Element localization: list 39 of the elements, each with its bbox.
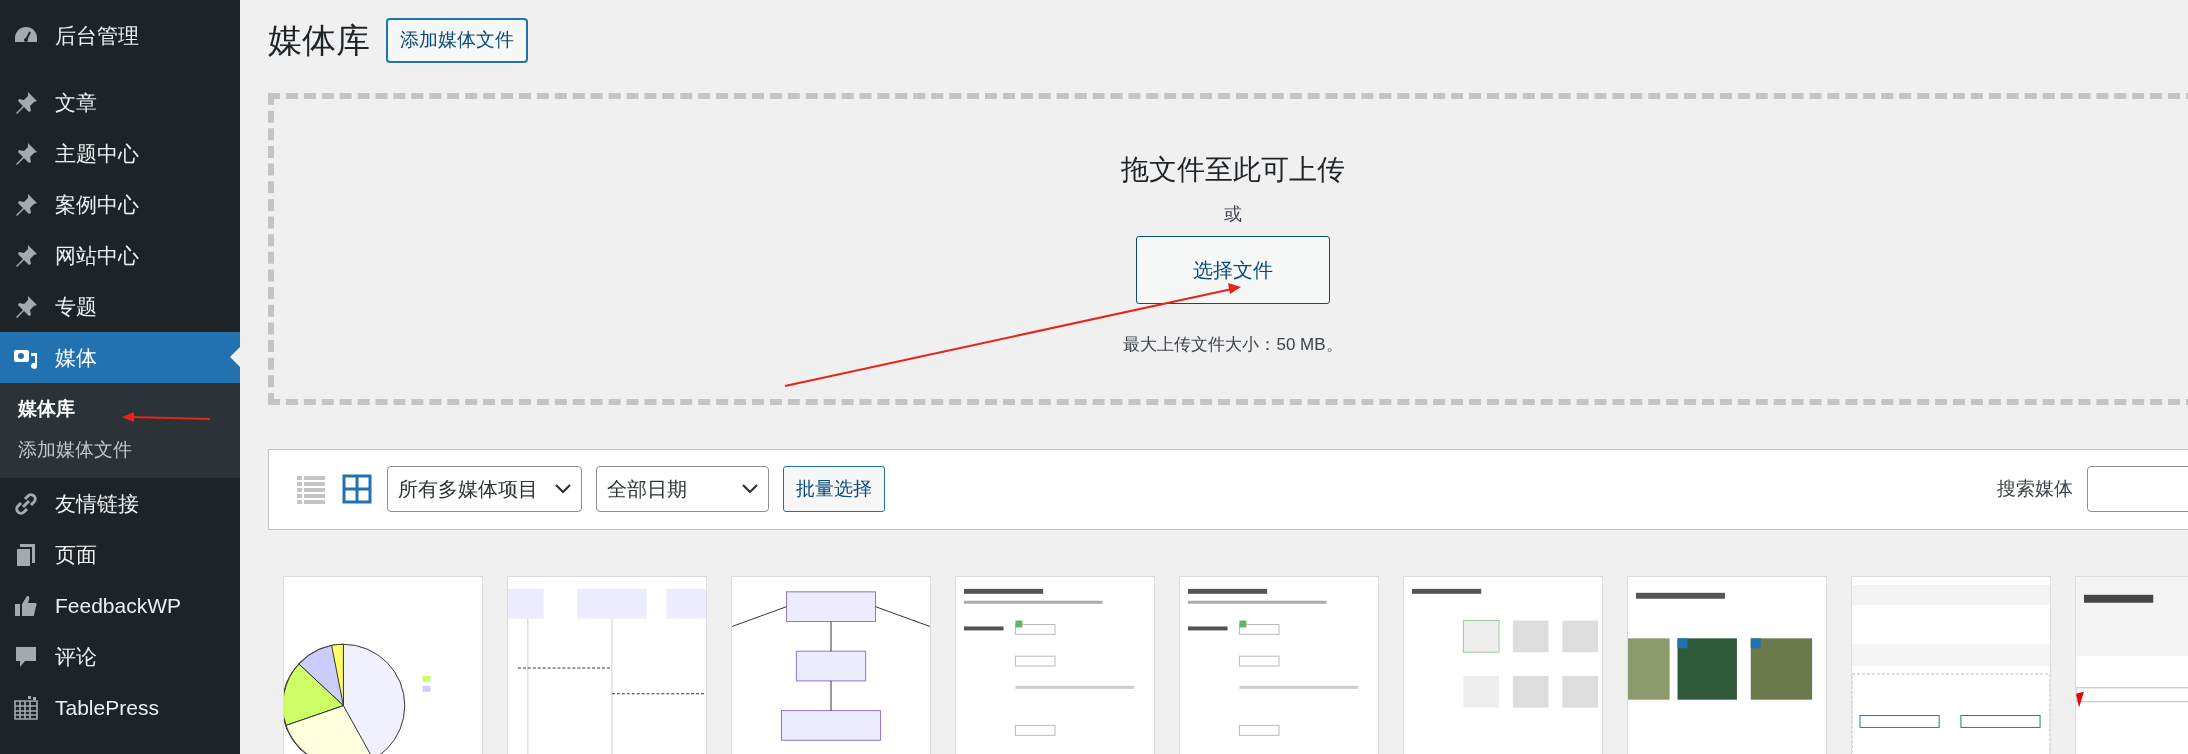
list-view-icon[interactable] (295, 473, 327, 505)
or-text: 或 (1224, 202, 1242, 226)
grid-view-icon[interactable] (341, 473, 373, 505)
type-filter-dropdown[interactable]: 所有多媒体项目 (387, 466, 582, 512)
bulk-select-button[interactable]: 批量选择 (783, 466, 885, 512)
sidebar-item[interactable]: TablePress (0, 682, 240, 733)
page-title: 媒体库 (268, 19, 370, 61)
media-thumbnail[interactable] (955, 575, 1155, 754)
sidebar-item[interactable]: 文章 (0, 77, 240, 128)
sidebar-item[interactable]: 网站中心 (0, 230, 240, 281)
media-thumbnail[interactable] (283, 575, 483, 754)
table-grid-icon (13, 694, 39, 721)
select-files-button[interactable]: 选择文件 (1136, 235, 1330, 304)
sidebar-item[interactable]: 专题 (0, 281, 240, 332)
media-thumbnail[interactable] (731, 575, 931, 754)
chevron-down-icon (742, 484, 758, 494)
submenu-item[interactable]: 添加媒体文件 (0, 429, 240, 470)
link-icon (13, 490, 39, 517)
search-label: 搜索媒体 (1997, 476, 2073, 501)
media-thumbnail[interactable] (507, 575, 707, 754)
sidebar-item[interactable]: 页面 (0, 529, 240, 580)
date-filter-dropdown[interactable]: 全部日期 (596, 466, 769, 512)
sidebar-item[interactable]: 案例中心 (0, 179, 240, 230)
sidebar-item[interactable]: FeedbackWP (0, 580, 240, 631)
sidebar-item[interactable]: 评论 (0, 631, 240, 682)
sidebar-item[interactable]: 主题中心 (0, 128, 240, 179)
media-thumbnail[interactable] (1179, 575, 1379, 754)
drop-heading: 拖文件至此可上传 (1121, 152, 1345, 187)
upload-drop-zone[interactable]: 拖文件至此可上传 或 选择文件 最大上传文件大小：50 MB。 (268, 92, 2188, 405)
sidebar-item[interactable]: 后台管理 (0, 10, 240, 61)
sidebar-item[interactable]: 媒体 (0, 332, 240, 383)
media-thumbnail[interactable] (1851, 575, 2051, 754)
media-thumbnail[interactable] (1627, 575, 1827, 754)
add-media-button[interactable]: 添加媒体文件 (386, 18, 528, 63)
chevron-down-icon (555, 484, 571, 494)
submenu-item[interactable]: 媒体库 (0, 389, 240, 430)
max-size-text: 最大上传文件大小：50 MB。 (1123, 333, 1343, 356)
sidebar-item[interactable]: 友情链接 (0, 478, 240, 529)
media-thumbnail[interactable] (1403, 575, 1603, 754)
